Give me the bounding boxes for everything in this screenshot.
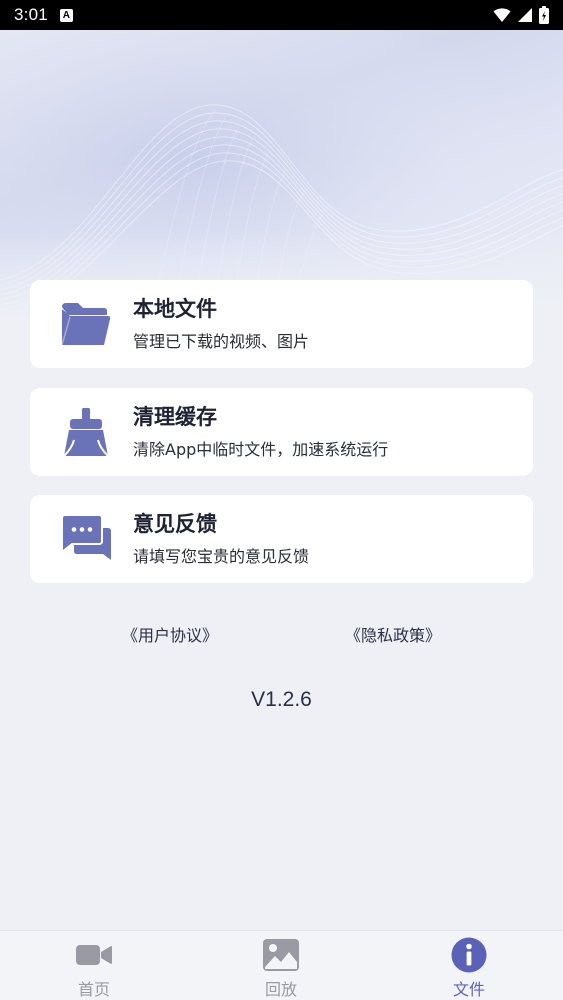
battery-icon (539, 6, 549, 24)
info-icon (451, 937, 487, 973)
card-subtitle: 管理已下载的视频、图片 (133, 332, 310, 351)
broom-icon (56, 402, 116, 462)
hero-banner (0, 30, 563, 320)
tab-label: 首页 (77, 980, 110, 999)
tab-home[interactable]: 首页 (34, 931, 154, 1000)
status-indicators (493, 6, 549, 24)
image-icon (262, 937, 300, 973)
card-subtitle: 请填写您宝贵的意见反馈 (133, 547, 310, 566)
local-files-card[interactable]: 本地文件 管理已下载的视频、图片 (30, 280, 533, 368)
video-camera-icon (75, 937, 113, 973)
wifi-icon (493, 8, 511, 22)
user-agreement-link[interactable]: 《用户协议》 (122, 622, 218, 646)
card-title: 本地文件 (133, 297, 217, 321)
status-time: 3:01 (14, 5, 48, 24)
card-title: 清理缓存 (133, 405, 217, 429)
version-label: V1.2.6 (251, 688, 312, 711)
signal-icon (518, 8, 532, 22)
clear-cache-card[interactable]: 清理缓存 清除App中临时文件，加速系统运行 (30, 388, 533, 476)
status-bar: 3:01 A (0, 0, 563, 30)
tab-label: 回放 (264, 980, 297, 999)
bottom-tab-bar: 首页 回放 文件 (0, 930, 563, 1000)
card-title: 意见反馈 (133, 512, 217, 536)
tab-playback[interactable]: 回放 (221, 931, 341, 1000)
feedback-card[interactable]: 意见反馈 请填写您宝贵的意见反馈 (30, 495, 533, 583)
folder-icon (56, 294, 116, 354)
privacy-policy-link[interactable]: 《隐私政策》 (345, 622, 441, 646)
chat-icon (56, 509, 116, 569)
card-subtitle: 清除App中临时文件，加速系统运行 (133, 440, 389, 459)
tab-files[interactable]: 文件 (409, 931, 529, 1000)
tab-label: 文件 (452, 980, 485, 999)
notification-a-icon: A (59, 8, 73, 22)
